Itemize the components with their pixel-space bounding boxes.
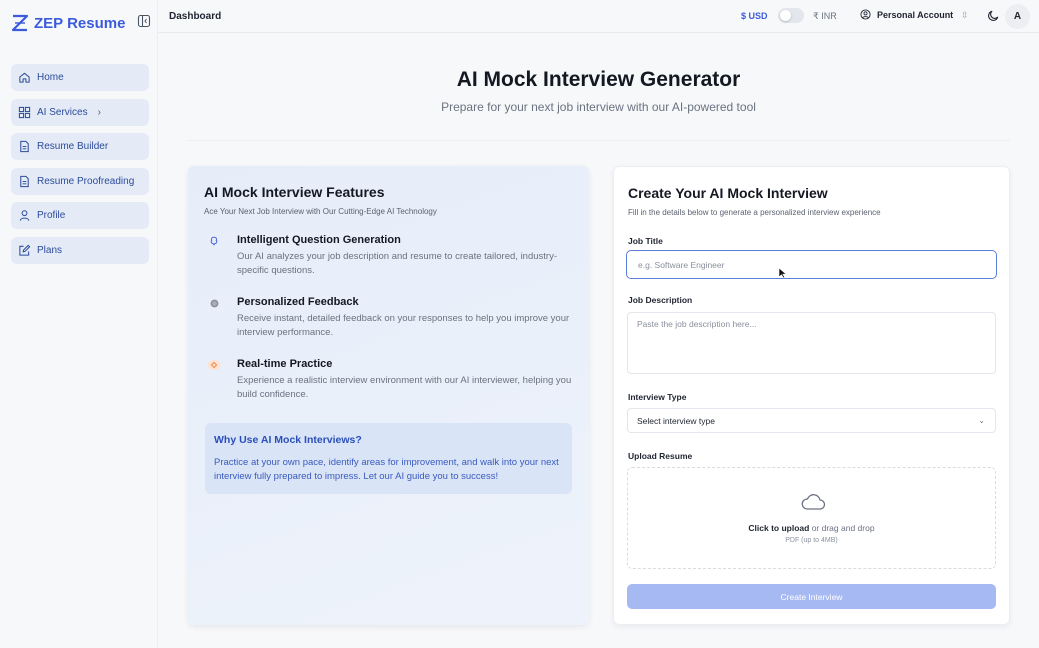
practice-icon bbox=[204, 358, 224, 372]
currency-inr-label[interactable]: ₹ INR bbox=[813, 11, 837, 22]
feature-title: Personalized Feedback bbox=[237, 296, 359, 308]
features-subtitle: Ace Your Next Job Interview with Our Cut… bbox=[204, 207, 437, 216]
document-icon bbox=[20, 175, 29, 187]
sidebar-item-label: Resume Proofreading bbox=[37, 175, 135, 187]
sidebar-item-label: AI Services bbox=[37, 106, 88, 118]
cloud-icon bbox=[801, 494, 826, 510]
moon-icon[interactable] bbox=[987, 9, 1000, 22]
toggle-knob bbox=[780, 10, 791, 21]
features-card: AI Mock Interview Features Ace Your Next… bbox=[188, 166, 589, 625]
chevron-down-icon: ⌄ bbox=[978, 416, 985, 425]
top-bar: Dashboard $ USD ₹ INR Personal Account ⇳… bbox=[158, 0, 1039, 33]
interview-type-value: Select interview type bbox=[637, 415, 715, 426]
account-label: Personal Account bbox=[877, 9, 954, 20]
create-interview-button[interactable]: Create Interview bbox=[627, 584, 996, 609]
sidebar-collapse-icon[interactable] bbox=[137, 14, 151, 28]
why-callout: Why Use AI Mock Interviews? Practice at … bbox=[205, 423, 572, 494]
sidebar-item-label: Profile bbox=[37, 210, 66, 222]
upload-resume-label: Upload Resume bbox=[628, 451, 693, 461]
sidebar-item-label: Home bbox=[37, 72, 64, 83]
sidebar-item-label: Resume Builder bbox=[37, 141, 109, 153]
document-icon bbox=[20, 141, 29, 153]
sidebar-item-resume-builder[interactable]: Resume Builder bbox=[11, 133, 149, 161]
feature-description: Experience a realistic interview environ… bbox=[237, 375, 572, 400]
job-title-label: Job Title bbox=[628, 236, 663, 246]
sidebar-item-plans[interactable]: Plans bbox=[11, 236, 149, 264]
chevron-right-icon: › bbox=[97, 106, 101, 118]
upload-cta-rest: or drag and drop bbox=[809, 523, 875, 533]
upload-hint: PDF (up to 4MB) bbox=[785, 537, 838, 544]
page-subtitle: Prepare for your next job interview with… bbox=[441, 100, 756, 114]
sidebar: ZEP Resume Home AI Services › Resume Bui… bbox=[0, 0, 158, 648]
sidebar-item-profile[interactable]: Profile bbox=[11, 202, 149, 230]
create-interview-form: Create Your AI Mock Interview Fill in th… bbox=[613, 166, 1010, 625]
upload-cta: Click to upload or drag and drop bbox=[628, 523, 995, 533]
why-text: Practice at your own pace, identify area… bbox=[214, 457, 559, 482]
job-title-input[interactable] bbox=[626, 250, 997, 279]
user-circle-icon bbox=[860, 9, 871, 20]
interview-type-select[interactable]: Select interview type ⌄ bbox=[627, 408, 996, 433]
home-icon bbox=[19, 72, 30, 83]
avatar[interactable]: A bbox=[1005, 4, 1030, 29]
feedback-dot-icon bbox=[204, 296, 224, 310]
account-switcher[interactable]: Personal Account bbox=[860, 9, 953, 20]
currency-usd-label[interactable]: $ USD bbox=[741, 11, 768, 21]
feature-description: Our AI analyzes your job description and… bbox=[237, 251, 557, 276]
form-title: Create Your AI Mock Interview bbox=[628, 185, 828, 201]
sidebar-nav: Home AI Services › Resume Builder Resume… bbox=[11, 64, 149, 272]
brand-logo[interactable]: ZEP Resume bbox=[10, 13, 125, 33]
brand-name: ZEP Resume bbox=[34, 14, 126, 32]
interview-type-label: Interview Type bbox=[628, 392, 687, 402]
job-description-label: Job Description bbox=[628, 295, 693, 305]
breadcrumb[interactable]: Dashboard bbox=[169, 11, 221, 22]
sidebar-item-resume-proofreading[interactable]: Resume Proofreading bbox=[11, 167, 149, 195]
upload-cta-link[interactable]: Click to upload bbox=[748, 523, 809, 533]
resume-dropzone[interactable]: Click to upload or drag and drop PDF (up… bbox=[627, 467, 996, 569]
job-description-textarea[interactable] bbox=[627, 312, 996, 374]
feature-title: Intelligent Question Generation bbox=[237, 234, 401, 246]
sidebar-item-home[interactable]: Home bbox=[11, 64, 149, 91]
user-icon bbox=[19, 210, 30, 222]
feature-description: Receive instant, detailed feedback on yo… bbox=[237, 313, 570, 338]
sidebar-item-label: Plans bbox=[37, 244, 63, 256]
grid-icon bbox=[18, 106, 31, 118]
chevron-updown-icon[interactable]: ⇳ bbox=[961, 10, 969, 21]
zep-logo-icon bbox=[11, 14, 29, 32]
page-title: AI Mock Interview Generator bbox=[456, 68, 741, 91]
brain-icon bbox=[204, 234, 224, 248]
edit-icon bbox=[19, 244, 31, 256]
features-title: AI Mock Interview Features bbox=[204, 184, 385, 200]
sidebar-item-ai-services[interactable]: AI Services › bbox=[11, 98, 149, 126]
why-title: Why Use AI Mock Interviews? bbox=[214, 434, 362, 446]
feature-title: Real-time Practice bbox=[237, 358, 333, 370]
form-subtitle: Fill in the details below to generate a … bbox=[628, 208, 881, 217]
mouse-cursor-icon bbox=[778, 267, 787, 279]
header-divider bbox=[187, 140, 1010, 141]
currency-toggle[interactable] bbox=[778, 8, 804, 23]
